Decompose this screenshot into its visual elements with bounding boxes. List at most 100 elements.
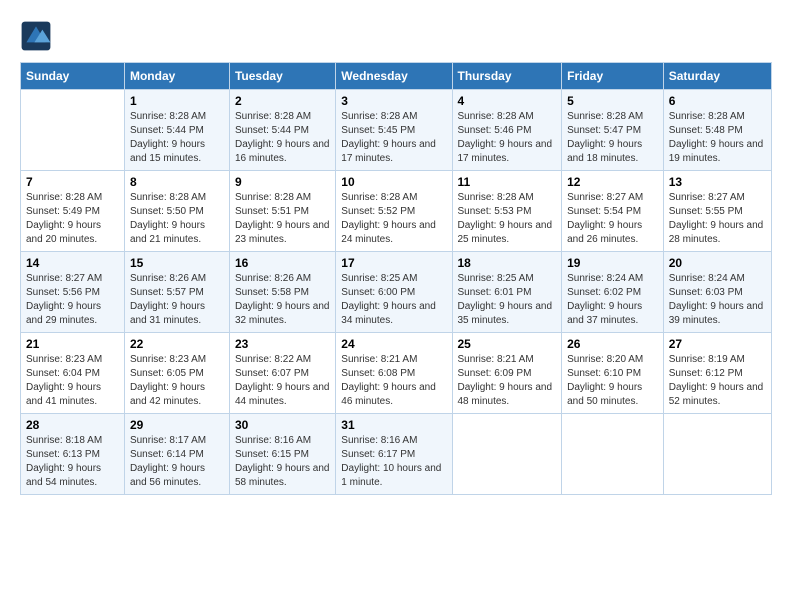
header (20, 20, 772, 52)
day-number: 3 (341, 94, 446, 108)
calendar-cell: 24 Sunrise: 8:21 AMSunset: 6:08 PMDayligh… (336, 333, 452, 414)
day-info: Sunrise: 8:27 AMSunset: 5:56 PMDaylight:… (26, 272, 119, 328)
calendar-cell: 22 Sunrise: 8:23 AMSunset: 6:05 PMDayligh… (124, 333, 229, 414)
day-number: 30 (235, 418, 330, 432)
day-number: 2 (235, 94, 330, 108)
calendar-week-1: 7 Sunrise: 8:28 AMSunset: 5:49 PMDaylight… (21, 171, 772, 252)
calendar-cell (663, 414, 771, 495)
calendar-cell: 9Sunrise: 8:28 AMSunset: 5:51 PMDaylight… (229, 171, 335, 252)
day-number: 21 (26, 337, 119, 351)
header-saturday: Saturday (663, 63, 771, 90)
day-number: 8 (130, 175, 224, 189)
calendar-cell: 26 Sunrise: 8:20 AMSunset: 6:10 PMDayligh… (562, 333, 664, 414)
calendar-table: SundayMondayTuesdayWednesdayThursdayFrid… (20, 62, 772, 495)
day-number: 28 (26, 418, 119, 432)
day-number: 13 (669, 175, 766, 189)
calendar-cell: 5 Sunrise: 8:28 AMSunset: 5:47 PMDaylight… (562, 90, 664, 171)
calendar-cell: 18 Sunrise: 8:25 AMSunset: 6:01 PMDayligh… (452, 252, 562, 333)
day-number: 29 (130, 418, 224, 432)
day-info: Sunrise: 8:28 AMSunset: 5:48 PMDaylight:… (669, 110, 766, 166)
calendar-week-3: 21 Sunrise: 8:23 AMSunset: 6:04 PMDayligh… (21, 333, 772, 414)
calendar-cell: 4Sunrise: 8:28 AMSunset: 5:46 PMDaylight… (452, 90, 562, 171)
logo (20, 20, 56, 52)
day-number: 15 (130, 256, 224, 270)
day-info: Sunrise: 8:20 AMSunset: 6:10 PMDaylight:… (567, 353, 658, 409)
calendar-cell: 20 Sunrise: 8:24 AMSunset: 6:03 PMDayligh… (663, 252, 771, 333)
day-number: 19 (567, 256, 658, 270)
calendar-cell: 16 Sunrise: 8:26 AMSunset: 5:58 PMDayligh… (229, 252, 335, 333)
day-number: 22 (130, 337, 224, 351)
day-info: Sunrise: 8:28 AMSunset: 5:51 PMDaylight:… (235, 191, 330, 247)
calendar-cell (21, 90, 125, 171)
day-info: Sunrise: 8:28 AMSunset: 5:50 PMDaylight:… (130, 191, 224, 247)
day-number: 18 (458, 256, 557, 270)
day-number: 1 (130, 94, 224, 108)
day-number: 16 (235, 256, 330, 270)
header-friday: Friday (562, 63, 664, 90)
calendar-week-2: 14Sunrise: 8:27 AMSunset: 5:56 PMDayligh… (21, 252, 772, 333)
day-number: 10 (341, 175, 446, 189)
day-info: Sunrise: 8:28 AMSunset: 5:44 PMDaylight:… (235, 110, 330, 166)
calendar-header-row: SundayMondayTuesdayWednesdayThursdayFrid… (21, 63, 772, 90)
calendar-cell: 23 Sunrise: 8:22 AMSunset: 6:07 PMDayligh… (229, 333, 335, 414)
calendar-cell: 29 Sunrise: 8:17 AMSunset: 6:14 PMDayligh… (124, 414, 229, 495)
day-info: Sunrise: 8:18 AMSunset: 6:13 PMDaylight:… (26, 434, 119, 490)
header-wednesday: Wednesday (336, 63, 452, 90)
day-info: Sunrise: 8:28 AMSunset: 5:47 PMDaylight:… (567, 110, 658, 166)
day-info: Sunrise: 8:23 AMSunset: 6:04 PMDaylight:… (26, 353, 119, 409)
day-number: 23 (235, 337, 330, 351)
day-info: Sunrise: 8:21 AMSunset: 6:08 PMDaylight:… (341, 353, 446, 409)
day-info: Sunrise: 8:21 AMSunset: 6:09 PMDaylight:… (458, 353, 557, 409)
day-info: Sunrise: 8:24 AMSunset: 6:03 PMDaylight:… (669, 272, 766, 328)
calendar-cell: 10 Sunrise: 8:28 AMSunset: 5:52 PMDayligh… (336, 171, 452, 252)
calendar-cell: 25 Sunrise: 8:21 AMSunset: 6:09 PMDayligh… (452, 333, 562, 414)
day-info: Sunrise: 8:24 AMSunset: 6:02 PMDaylight:… (567, 272, 658, 328)
header-thursday: Thursday (452, 63, 562, 90)
day-info: Sunrise: 8:28 AMSunset: 5:53 PMDaylight:… (458, 191, 557, 247)
calendar-cell: 13 Sunrise: 8:27 AMSunset: 5:55 PMDayligh… (663, 171, 771, 252)
day-info: Sunrise: 8:16 AMSunset: 6:17 PMDaylight:… (341, 434, 446, 490)
day-number: 27 (669, 337, 766, 351)
day-info: Sunrise: 8:25 AMSunset: 6:00 PMDaylight:… (341, 272, 446, 328)
day-info: Sunrise: 8:28 AMSunset: 5:52 PMDaylight:… (341, 191, 446, 247)
day-number: 31 (341, 418, 446, 432)
calendar-cell: 7 Sunrise: 8:28 AMSunset: 5:49 PMDaylight… (21, 171, 125, 252)
day-info: Sunrise: 8:19 AMSunset: 6:12 PMDaylight:… (669, 353, 766, 409)
header-monday: Monday (124, 63, 229, 90)
day-info: Sunrise: 8:27 AMSunset: 5:55 PMDaylight:… (669, 191, 766, 247)
day-info: Sunrise: 8:26 AMSunset: 5:58 PMDaylight:… (235, 272, 330, 328)
day-number: 5 (567, 94, 658, 108)
calendar-cell (452, 414, 562, 495)
day-info: Sunrise: 8:28 AMSunset: 5:49 PMDaylight:… (26, 191, 119, 247)
calendar-cell: 11Sunrise: 8:28 AMSunset: 5:53 PMDayligh… (452, 171, 562, 252)
day-number: 20 (669, 256, 766, 270)
day-number: 25 (458, 337, 557, 351)
calendar-cell: 27 Sunrise: 8:19 AMSunset: 6:12 PMDayligh… (663, 333, 771, 414)
calendar-cell: 3Sunrise: 8:28 AMSunset: 5:45 PMDaylight… (336, 90, 452, 171)
day-info: Sunrise: 8:17 AMSunset: 6:14 PMDaylight:… (130, 434, 224, 490)
day-number: 26 (567, 337, 658, 351)
day-number: 24 (341, 337, 446, 351)
day-info: Sunrise: 8:27 AMSunset: 5:54 PMDaylight:… (567, 191, 658, 247)
calendar-week-0: 1 Sunrise: 8:28 AMSunset: 5:44 PMDaylight… (21, 90, 772, 171)
day-number: 17 (341, 256, 446, 270)
calendar-cell: 30 Sunrise: 8:16 AMSunset: 6:15 PMDayligh… (229, 414, 335, 495)
header-sunday: Sunday (21, 63, 125, 90)
day-info: Sunrise: 8:28 AMSunset: 5:44 PMDaylight:… (130, 110, 224, 166)
calendar-cell: 8 Sunrise: 8:28 AMSunset: 5:50 PMDaylight… (124, 171, 229, 252)
day-info: Sunrise: 8:23 AMSunset: 6:05 PMDaylight:… (130, 353, 224, 409)
calendar-cell: 31 Sunrise: 8:16 AMSunset: 6:17 PMDayligh… (336, 414, 452, 495)
day-number: 7 (26, 175, 119, 189)
calendar-week-4: 28 Sunrise: 8:18 AMSunset: 6:13 PMDayligh… (21, 414, 772, 495)
calendar-cell: 12Sunrise: 8:27 AMSunset: 5:54 PMDayligh… (562, 171, 664, 252)
calendar-cell: 17 Sunrise: 8:25 AMSunset: 6:00 PMDayligh… (336, 252, 452, 333)
day-info: Sunrise: 8:25 AMSunset: 6:01 PMDaylight:… (458, 272, 557, 328)
calendar-cell: 19 Sunrise: 8:24 AMSunset: 6:02 PMDayligh… (562, 252, 664, 333)
day-info: Sunrise: 8:16 AMSunset: 6:15 PMDaylight:… (235, 434, 330, 490)
day-number: 4 (458, 94, 557, 108)
day-number: 6 (669, 94, 766, 108)
day-info: Sunrise: 8:22 AMSunset: 6:07 PMDaylight:… (235, 353, 330, 409)
day-info: Sunrise: 8:26 AMSunset: 5:57 PMDaylight:… (130, 272, 224, 328)
calendar-cell: 14Sunrise: 8:27 AMSunset: 5:56 PMDayligh… (21, 252, 125, 333)
calendar-cell: 1 Sunrise: 8:28 AMSunset: 5:44 PMDaylight… (124, 90, 229, 171)
